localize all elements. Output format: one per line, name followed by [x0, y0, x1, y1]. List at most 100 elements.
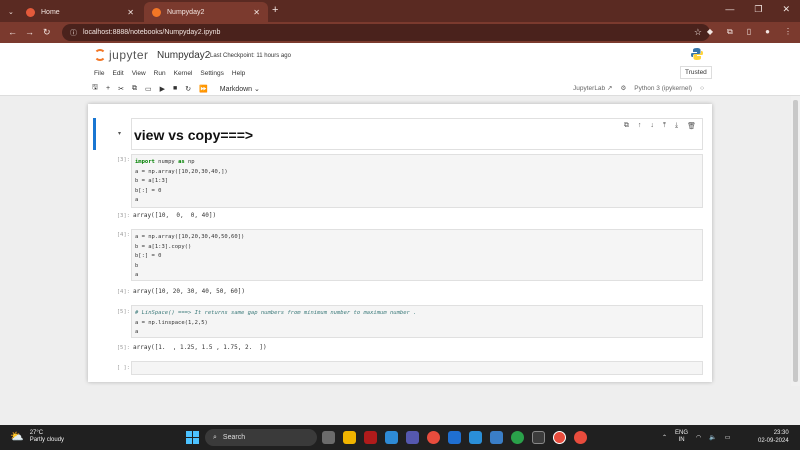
- terminal-icon[interactable]: [532, 431, 545, 444]
- menu-settings[interactable]: Settings: [200, 70, 224, 77]
- external-link-icon: ↗: [606, 85, 613, 92]
- minimize-icon[interactable]: —: [725, 4, 734, 15]
- output-prompt: [5]:: [116, 345, 130, 351]
- task-view-icon[interactable]: [322, 431, 335, 444]
- system-clock[interactable]: 23:30 02-09-2024: [758, 429, 789, 445]
- forward-icon[interactable]: →: [25, 27, 34, 37]
- xbox-icon[interactable]: [511, 431, 524, 444]
- collapse-heading-icon[interactable]: ▾: [118, 130, 121, 137]
- weather-widget[interactable]: ⛅ 27°C Partly cloudy: [10, 430, 64, 444]
- code-cell[interactable]: # LinSpace() ===> It returns same gap nu…: [131, 305, 703, 338]
- clock-time: 23:30: [773, 430, 789, 436]
- cell-type-select[interactable]: Markdown ⌄: [220, 85, 260, 93]
- battery-icon[interactable]: ▭: [725, 434, 731, 441]
- menu-edit[interactable]: Edit: [112, 70, 123, 77]
- chevron-down-icon: ⌄: [8, 9, 14, 16]
- extension-icon[interactable]: ◆: [707, 27, 713, 37]
- tab-numpyday2[interactable]: Numpyday2 ✕: [144, 2, 268, 22]
- menu-file[interactable]: File: [94, 70, 104, 77]
- chrome-profile-icon[interactable]: [574, 431, 587, 444]
- notebook-toolbar: 🖫 + ✂ ⧉ ▭ ▶ ■ ↻ ⏩ Markdown ⌄ JupyterLab …: [0, 81, 800, 96]
- cell-output: array([10, 20, 30, 40, 50, 60]): [133, 288, 245, 295]
- delete-cell-icon[interactable]: 🗑: [687, 122, 696, 130]
- tab-title: Home: [41, 8, 60, 16]
- site-info-icon[interactable]: ⓘ: [70, 28, 77, 38]
- output-prompt: [4]:: [116, 289, 130, 295]
- teams-icon[interactable]: [406, 431, 419, 444]
- search-label: Search: [222, 434, 246, 441]
- store-icon[interactable]: [490, 431, 503, 444]
- edge-icon[interactable]: [385, 431, 398, 444]
- new-tab-icon[interactable]: +: [272, 4, 278, 16]
- insert-above-icon[interactable]: ⤒: [663, 122, 666, 130]
- cut-icon[interactable]: ✂: [118, 85, 124, 93]
- chrome-icon[interactable]: [427, 431, 440, 444]
- jupyterlab-link[interactable]: JupyterLab ↗: [573, 84, 612, 92]
- app-icon-red[interactable]: [364, 431, 377, 444]
- input-prompt: [4]:: [116, 232, 130, 238]
- insert-below-icon[interactable]: ⤓: [675, 122, 678, 130]
- trusted-badge[interactable]: Trusted: [680, 66, 712, 79]
- start-button[interactable]: [186, 431, 199, 444]
- bookmark-star-icon[interactable]: ☆: [694, 27, 702, 38]
- menu-run[interactable]: Run: [154, 70, 166, 77]
- add-cell-icon[interactable]: +: [106, 85, 110, 92]
- maximize-icon[interactable]: ❐: [754, 4, 762, 15]
- save-icon[interactable]: 🖫: [92, 83, 98, 94]
- input-prompt: [3]:: [116, 157, 130, 163]
- close-window-icon[interactable]: ✕: [782, 4, 790, 15]
- checkpoint-status: Last Checkpoint: 11 hours ago: [210, 53, 291, 59]
- url-text: localhost:8888/notebooks/Numpyday2.ipynb: [83, 29, 221, 36]
- jupyter-logo[interactable]: jupyter: [94, 48, 149, 62]
- sidebar-icon[interactable]: ▯: [747, 27, 751, 37]
- chevron-up-icon[interactable]: ⌃: [662, 434, 667, 441]
- menu-view[interactable]: View: [132, 70, 146, 77]
- search-icon: ⌕: [213, 433, 217, 441]
- puzzle-icon[interactable]: ⧉: [727, 27, 733, 37]
- wifi-icon[interactable]: ◠: [696, 434, 701, 441]
- run-icon[interactable]: ▶: [160, 85, 165, 93]
- volume-icon[interactable]: 🔈: [709, 434, 716, 441]
- close-tab-icon[interactable]: ✕: [253, 8, 260, 17]
- chrome-active-icon[interactable]: [553, 431, 566, 444]
- move-down-icon[interactable]: ↓: [650, 122, 654, 130]
- code-cell[interactable]: import numpy as np a = np.array([10,20,3…: [131, 154, 703, 208]
- scrollbar-thumb[interactable]: [793, 100, 798, 382]
- code-cell[interactable]: a = np.array([10,20,30,40,50,60]) b = a[…: [131, 229, 703, 281]
- profile-icon[interactable]: ●: [765, 27, 770, 37]
- menu-kernel[interactable]: Kernel: [174, 70, 193, 77]
- back-icon[interactable]: ←: [8, 27, 17, 37]
- duplicate-cell-icon[interactable]: ⧉: [624, 122, 629, 130]
- tab-title: Numpyday2: [167, 8, 205, 16]
- tab-home[interactable]: Home ✕: [18, 2, 142, 22]
- jupyter-logo-text: jupyter: [109, 48, 149, 62]
- empty-code-cell[interactable]: [131, 361, 703, 375]
- close-tab-icon[interactable]: ✕: [127, 8, 134, 17]
- paste-icon[interactable]: ▭: [145, 85, 152, 93]
- copy-icon[interactable]: ⧉: [132, 85, 137, 93]
- notebook-name[interactable]: Numpyday2: [157, 50, 210, 61]
- page-scrollbar[interactable]: [791, 96, 800, 386]
- fast-forward-icon[interactable]: ⏩: [199, 85, 208, 93]
- reload-icon[interactable]: ↻: [43, 27, 51, 38]
- partly-cloudy-icon: ⛅: [10, 430, 24, 443]
- taskbar-search[interactable]: ⌕ Search: [205, 429, 317, 446]
- language-indicator[interactable]: ENG IN: [675, 430, 688, 444]
- file-explorer-icon[interactable]: [343, 431, 356, 444]
- mail-icon[interactable]: [448, 431, 461, 444]
- settings-gear-icon[interactable]: ⚙: [620, 84, 626, 92]
- restart-icon[interactable]: ↻: [185, 85, 191, 93]
- url-field[interactable]: ⓘ localhost:8888/notebooks/Numpyday2.ipy…: [62, 24, 710, 41]
- tab-list-button[interactable]: ⌄: [0, 2, 16, 22]
- menu-help[interactable]: Help: [232, 70, 245, 77]
- move-up-icon[interactable]: ↑: [638, 122, 642, 130]
- jupyter-favicon-icon: [152, 7, 161, 17]
- vscode-icon[interactable]: [469, 431, 482, 444]
- more-menu-icon[interactable]: ⋮: [784, 27, 792, 37]
- region-code: IN: [678, 437, 685, 443]
- python-logo-icon: [691, 48, 703, 60]
- kernel-name[interactable]: Python 3 (ipykernel): [634, 85, 692, 92]
- home-favicon-icon: [26, 7, 35, 17]
- markdown-cell[interactable]: view vs copy===> ⧉ ↑ ↓ ⤒ ⤓ 🗑: [131, 118, 703, 150]
- stop-icon[interactable]: ■: [173, 85, 177, 92]
